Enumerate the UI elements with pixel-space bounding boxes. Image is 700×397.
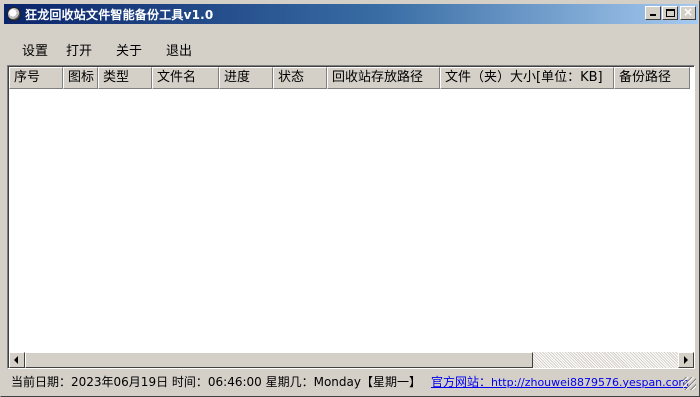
app-disc-icon[interactable] xyxy=(7,7,21,21)
column-header-size[interactable]: 文件（夹）大小[单位：KB] xyxy=(440,67,614,89)
status-bar: 当前日期：2023年06月19日 时间：06:46:00 星期几：Monday【… xyxy=(4,371,698,391)
column-header-backup-path[interactable]: 备份路径 xyxy=(614,67,690,89)
menu-settings[interactable]: 设置 xyxy=(4,42,56,62)
official-site-link[interactable]: 官方网站：http://zhouwei8879576.yespan.com xyxy=(431,373,689,390)
file-list-frame: 序号 图标 类型 文件名 进度 状态 回收站存放路径 文件（夹）大小[单位：KB… xyxy=(8,66,694,368)
official-site-url: http://zhouwei8879576.yespan.com xyxy=(491,375,690,389)
arrow-left-icon xyxy=(14,356,18,364)
menu-exit[interactable]: 退出 xyxy=(158,42,200,62)
menu-open[interactable]: 打开 xyxy=(58,42,100,62)
minimize-button[interactable] xyxy=(645,6,661,20)
scroll-thumb[interactable] xyxy=(25,352,533,368)
title-bar[interactable]: 狂龙回收站文件智能备份工具v1.0 × xyxy=(4,4,698,24)
column-header-status[interactable]: 状态 xyxy=(273,67,327,89)
scroll-right-button[interactable] xyxy=(678,352,694,368)
horizontal-scrollbar[interactable] xyxy=(9,352,694,368)
arrow-right-icon xyxy=(684,356,688,364)
scroll-left-button[interactable] xyxy=(9,352,25,368)
scroll-track[interactable] xyxy=(25,352,678,368)
list-header: 序号 图标 类型 文件名 进度 状态 回收站存放路径 文件（夹）大小[单位：KB… xyxy=(9,67,695,89)
window-title: 狂龙回收站文件智能备份工具v1.0 xyxy=(25,7,214,22)
maximize-icon xyxy=(666,9,675,17)
maximize-button[interactable] xyxy=(662,6,678,20)
app-window: 狂龙回收站文件智能备份工具v1.0 × 设置 打开 关于 退出 序号 图标 类型… xyxy=(0,0,700,397)
close-button[interactable]: × xyxy=(680,5,696,20)
resize-grip-icon[interactable] xyxy=(683,377,696,390)
minimize-icon xyxy=(650,14,656,16)
menu-about[interactable]: 关于 xyxy=(108,42,150,62)
menu-bar: 设置 打开 关于 退出 xyxy=(4,41,208,63)
column-header-progress[interactable]: 进度 xyxy=(219,67,273,89)
column-header-index[interactable]: 序号 xyxy=(9,67,63,89)
list-body[interactable] xyxy=(9,89,694,352)
close-icon: × xyxy=(682,5,694,19)
file-list-view[interactable]: 序号 图标 类型 文件名 进度 状态 回收站存放路径 文件（夹）大小[单位：KB… xyxy=(7,65,695,369)
official-site-label: 官方网站： xyxy=(430,374,491,389)
window-controls: × xyxy=(644,5,696,20)
column-header-icon[interactable]: 图标 xyxy=(63,67,98,89)
datetime-status: 当前日期：2023年06月19日 时间：06:46:00 星期几：Monday【… xyxy=(11,374,421,389)
column-header-type[interactable]: 类型 xyxy=(98,67,152,89)
column-header-recycle-path[interactable]: 回收站存放路径 xyxy=(327,67,440,89)
column-header-filename[interactable]: 文件名 xyxy=(152,67,219,89)
